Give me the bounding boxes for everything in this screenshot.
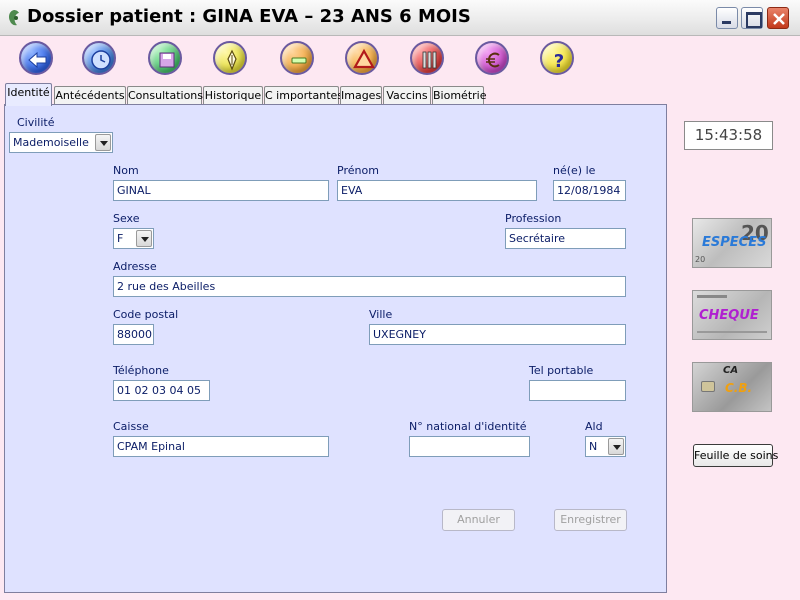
naissance-label: né(e) le — [553, 164, 596, 177]
tab-biometrie[interactable]: Biométrie — [432, 86, 486, 105]
tools-icon[interactable] — [410, 41, 444, 75]
civilite-select[interactable]: Mademoiselle — [9, 132, 113, 153]
tab-vaccins[interactable]: Vaccins — [383, 86, 431, 105]
cp-label: Code postal — [113, 308, 179, 321]
sexe-value: F — [117, 232, 124, 245]
banknote-small-value: 20 — [695, 255, 706, 264]
civilite-value: Mademoiselle — [13, 136, 89, 149]
naissance-input[interactable]: 12/08/1984 — [553, 180, 626, 201]
sexe-select[interactable]: F — [113, 228, 154, 249]
annuler-button[interactable]: Annuler — [442, 509, 515, 531]
title-bar[interactable]: Dossier patient : GINA EVA – 23 ANS 6 MO… — [0, 0, 800, 36]
minimize-button[interactable] — [716, 7, 738, 29]
nni-label: N° national d'identité — [409, 420, 527, 433]
clock-icon[interactable] — [82, 41, 116, 75]
portable-label: Tel portable — [529, 364, 594, 377]
card-brand-logo: CA — [723, 365, 739, 376]
tab-c-importantes[interactable]: C importantes — [264, 86, 343, 105]
back-arrow-icon[interactable] — [19, 41, 53, 75]
close-icon — [773, 13, 785, 25]
clock-display: 15:43:58 — [684, 121, 773, 150]
maximize-button[interactable] — [741, 7, 763, 29]
cheque-payment-button[interactable]: CHEQUE — [692, 290, 772, 340]
nni-input[interactable] — [409, 436, 530, 457]
profession-label: Profession — [505, 212, 562, 225]
sexe-label: Sexe — [113, 212, 140, 225]
ald-value: N — [589, 440, 598, 453]
ville-input[interactable]: UXEGNEY — [369, 324, 626, 345]
identity-panel: Civilité Mademoiselle Nom GINAL Prénom E… — [4, 104, 667, 593]
carte-payment-button[interactable]: CA C.B. — [692, 362, 772, 412]
app-icon — [6, 9, 22, 27]
close-button[interactable] — [767, 7, 789, 29]
caisse-label: Caisse — [113, 420, 149, 433]
ald-select[interactable]: N — [585, 436, 626, 457]
tel-input[interactable]: 01 02 03 04 05 — [113, 380, 210, 401]
minus-icon[interactable] — [280, 41, 314, 75]
especes-label: ESPECES — [702, 235, 767, 250]
toolbar: ? — [0, 37, 800, 81]
ald-label: Ald — [585, 420, 603, 433]
adresse-input[interactable]: 2 rue des Abeilles — [113, 276, 626, 297]
nom-label: Nom — [113, 164, 139, 177]
save-icon[interactable] — [148, 41, 182, 75]
especes-payment-button[interactable]: 20 20 ESPECES — [692, 218, 772, 268]
tab-consultations[interactable]: Consultations — [127, 86, 203, 105]
tab-antecedents[interactable]: Antécédents — [54, 86, 126, 105]
card-chip-icon — [701, 381, 715, 392]
svg-text:?: ? — [554, 51, 564, 72]
civilite-label: Civilité — [17, 116, 55, 129]
tab-images[interactable]: Images — [340, 86, 382, 105]
portable-input[interactable] — [529, 380, 626, 401]
chevron-down-icon[interactable] — [136, 230, 152, 247]
warning-triangle-icon[interactable] — [345, 41, 379, 75]
feuille-de-soins-button[interactable]: Feuille de soins — [693, 444, 778, 467]
tab-identite[interactable]: Identité — [5, 83, 52, 106]
adresse-label: Adresse — [113, 260, 157, 273]
help-icon[interactable]: ? — [540, 41, 574, 75]
prenom-input[interactable]: EVA — [337, 180, 537, 201]
tel-label: Téléphone — [113, 364, 169, 377]
caisse-input[interactable]: CPAM Epinal — [113, 436, 329, 457]
euro-icon[interactable] — [475, 41, 509, 75]
cp-input[interactable]: 88000 — [113, 324, 154, 345]
nom-input[interactable]: GINAL — [113, 180, 329, 201]
profession-input[interactable]: Secrétaire — [505, 228, 626, 249]
tab-historique[interactable]: Historique — [203, 86, 263, 105]
prenom-label: Prénom — [337, 164, 379, 177]
window-title: Dossier patient : GINA EVA – 23 ANS 6 MO… — [27, 6, 471, 27]
chevron-down-icon[interactable] — [95, 134, 111, 151]
carte-label: C.B. — [725, 381, 753, 395]
enregistrer-button[interactable]: Enregistrer — [554, 509, 627, 531]
chevron-down-icon[interactable] — [608, 438, 624, 455]
ville-label: Ville — [369, 308, 393, 321]
pen-icon[interactable] — [213, 41, 247, 75]
cheque-label: CHEQUE — [699, 308, 759, 323]
